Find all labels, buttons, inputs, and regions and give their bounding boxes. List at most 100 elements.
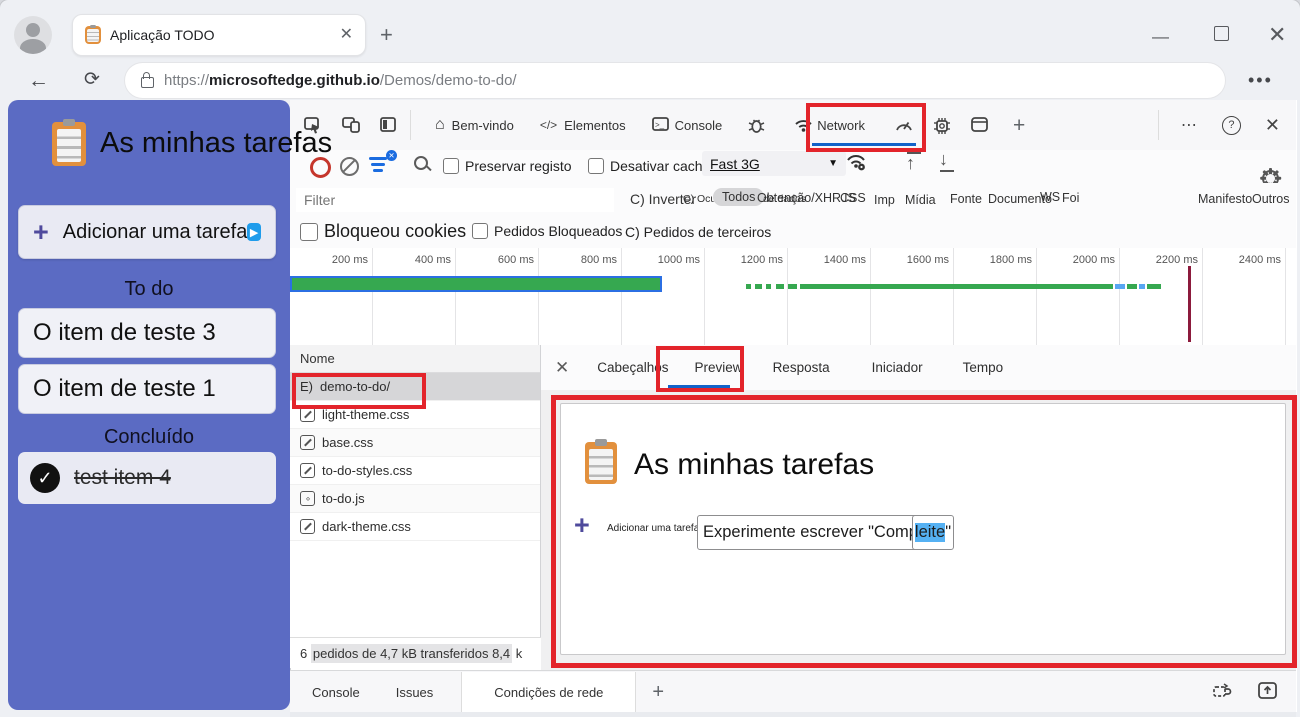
todo-app-panel: + Adicionar uma tarefa ▶ To do O item de… bbox=[8, 100, 290, 710]
focus-arrow-icon: ▶ bbox=[247, 223, 261, 241]
record-icon[interactable] bbox=[310, 157, 331, 178]
waterfall-subresources bbox=[290, 284, 1296, 289]
preview-title: As minhas tarefas bbox=[634, 448, 875, 481]
tick-label: 1200 ms bbox=[740, 254, 783, 266]
tick-label: 2400 ms bbox=[1238, 254, 1281, 266]
request-row[interactable]: base.css bbox=[290, 429, 540, 457]
tab-network[interactable]: Network bbox=[794, 117, 865, 133]
new-tab-button[interactable]: + bbox=[380, 24, 393, 46]
back-icon[interactable]: ← bbox=[28, 70, 49, 91]
tab-console[interactable]: >_ Console bbox=[651, 117, 722, 133]
profile-avatar[interactable] bbox=[14, 16, 52, 54]
throttling-select[interactable]: Fast 3G ▼ bbox=[702, 151, 846, 176]
close-window-button[interactable]: ✕ bbox=[1268, 24, 1286, 46]
done-item[interactable]: ✓ test item 4 bbox=[18, 452, 276, 504]
tab-response[interactable]: Resposta bbox=[773, 360, 830, 375]
import-har-icon[interactable]: ↑ bbox=[905, 152, 925, 174]
tab-initiator[interactable]: Iniciador bbox=[872, 360, 923, 375]
drawer-add-tab-button[interactable]: + bbox=[652, 682, 664, 702]
todo-item[interactable]: O item de teste 1 bbox=[18, 364, 276, 414]
tab-title: Aplicação TODO bbox=[110, 27, 215, 43]
preview-tab-underline bbox=[668, 385, 730, 388]
network-overview-timeline[interactable]: 200 ms 400 ms 600 ms 800 ms 1000 ms 1200… bbox=[290, 248, 1296, 346]
address-bar[interactable]: https://microsoftedge.github.io/Demos/de… bbox=[125, 63, 1225, 98]
console-icon: >_ bbox=[651, 117, 669, 133]
filter-pill-other[interactable]: Outros bbox=[1252, 192, 1290, 206]
tab-application[interactable] bbox=[971, 117, 988, 133]
request-table-header[interactable]: Nome bbox=[290, 345, 540, 373]
device-emulation-icon[interactable] bbox=[342, 117, 360, 133]
close-tab-icon[interactable]: ✕ bbox=[340, 27, 353, 43]
filter-pill-css[interactable]: CSS bbox=[840, 191, 866, 205]
tick-label: 1000 ms bbox=[657, 254, 700, 266]
css-file-icon bbox=[300, 407, 315, 422]
preview-plus-icon[interactable]: + bbox=[574, 510, 590, 541]
drawer-tab-console[interactable]: Console bbox=[312, 685, 360, 700]
export-har-icon[interactable]: ↓ bbox=[938, 149, 958, 174]
tab-performance[interactable] bbox=[895, 117, 912, 133]
clear-icon[interactable] bbox=[340, 157, 359, 176]
help-icon[interactable]: ? bbox=[1221, 115, 1241, 135]
plus-icon: + bbox=[33, 216, 49, 247]
more-tabs-button[interactable]: + bbox=[1013, 115, 1025, 136]
browser-menu-icon[interactable]: ••• bbox=[1248, 70, 1273, 91]
js-file-icon: ‹› bbox=[300, 491, 315, 506]
preview-task-input-overflow[interactable]: leite " bbox=[912, 515, 954, 550]
filter-pill-wasm[interactable]: Foi bbox=[1062, 191, 1079, 205]
drawer-tab-network-conditions[interactable]: Condições de rede bbox=[461, 671, 637, 713]
throttling-value: Fast 3G bbox=[710, 155, 760, 172]
bug-icon bbox=[748, 117, 765, 133]
tick-label: 1600 ms bbox=[906, 254, 949, 266]
minimize-button[interactable]: — bbox=[1152, 28, 1169, 45]
tab-debugger[interactable] bbox=[748, 117, 765, 133]
disable-cache-checkbox[interactable] bbox=[588, 158, 604, 174]
request-table: Nome E) demo-to-do/ light-theme.css base… bbox=[290, 345, 541, 637]
network-tab-underline bbox=[812, 143, 916, 146]
close-devtools-icon[interactable]: ✕ bbox=[1265, 115, 1280, 136]
cup-icon[interactable] bbox=[1212, 682, 1232, 703]
request-row-selected[interactable]: E) demo-to-do/ bbox=[290, 373, 540, 401]
maximize-button[interactable] bbox=[1214, 26, 1229, 41]
request-row[interactable]: light-theme.css bbox=[290, 401, 540, 429]
tab-timing[interactable]: Tempo bbox=[963, 360, 1004, 375]
filter-pill-img[interactable]: Imp bbox=[874, 193, 895, 207]
tab-welcome[interactable]: ⌂ Bem-vindo bbox=[435, 116, 514, 134]
document-icon: E) bbox=[300, 379, 313, 394]
drawer-bar: Console Issues Condições de rede + bbox=[290, 670, 1296, 713]
browser-tab[interactable]: Aplicação TODO ✕ bbox=[72, 14, 366, 56]
tick-label: 200 ms bbox=[331, 254, 368, 266]
filter-pill-manifest[interactable]: Manifesto bbox=[1198, 192, 1252, 206]
preview-task-input[interactable]: Experimente escrever "Comprar bbox=[697, 515, 921, 550]
close-detail-icon[interactable]: ✕ bbox=[555, 358, 569, 378]
tab-headers[interactable]: Cabeçalhos bbox=[597, 360, 668, 375]
blocked-requests-checkbox[interactable] bbox=[472, 223, 488, 239]
preview-add-label: Adicionar uma tarefa bbox=[607, 523, 700, 534]
preserve-log-checkbox[interactable] bbox=[443, 158, 459, 174]
css-file-icon bbox=[300, 435, 315, 450]
add-task-button[interactable]: + Adicionar uma tarefa ▶ bbox=[18, 205, 276, 259]
filter-toggle-icon[interactable]: ✕ bbox=[369, 150, 397, 177]
request-row[interactable]: to-do-styles.css bbox=[290, 457, 540, 485]
status-suffix: k bbox=[515, 645, 523, 661]
drawer-tab-issues[interactable]: Issues bbox=[396, 685, 434, 700]
request-row[interactable]: dark-theme.css bbox=[290, 513, 540, 541]
filter-pill-media[interactable]: Mídia bbox=[905, 193, 936, 207]
blocked-cookies-checkbox[interactable] bbox=[300, 223, 318, 241]
tab-elements[interactable]: </> Elementos bbox=[540, 118, 626, 133]
todo-item[interactable]: O item de teste 3 bbox=[18, 308, 276, 358]
open-panel-icon[interactable] bbox=[1258, 681, 1278, 703]
tick-label: 2200 ms bbox=[1155, 254, 1198, 266]
devtools-menu-icon[interactable]: ⋯ bbox=[1181, 115, 1198, 135]
chevron-down-icon: ▼ bbox=[828, 158, 838, 169]
request-row[interactable]: ‹› to-do.js bbox=[290, 485, 540, 513]
third-party-option[interactable]: C) Pedidos de terceiros bbox=[625, 224, 771, 240]
refresh-icon[interactable]: ⟳ bbox=[84, 70, 100, 89]
filter-pill-ws[interactable]: WS bbox=[1040, 190, 1060, 204]
search-icon[interactable] bbox=[414, 156, 428, 170]
filter-pill-font[interactable]: Fonte bbox=[950, 192, 982, 206]
filter-input[interactable] bbox=[296, 188, 614, 212]
dock-side-icon[interactable] bbox=[380, 117, 396, 133]
tab-preview[interactable]: Preview bbox=[695, 360, 743, 375]
network-conditions-icon[interactable] bbox=[845, 152, 869, 176]
tab-memory[interactable] bbox=[933, 117, 950, 134]
